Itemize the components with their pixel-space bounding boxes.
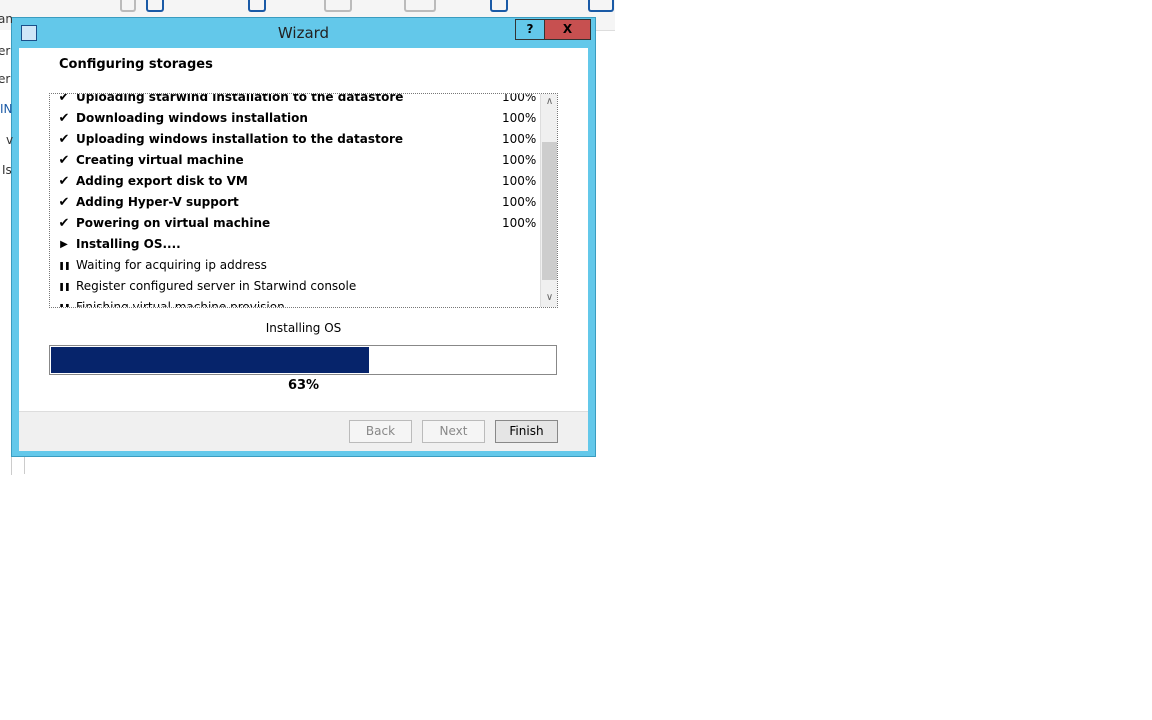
background-text: er — [0, 44, 11, 58]
step-percent: 100% — [502, 153, 537, 167]
background-text: er — [0, 72, 11, 86]
progress-status: Installing OS — [265, 321, 342, 335]
configure-icon — [588, 0, 614, 12]
background-text: an — [0, 12, 13, 26]
progress-bar — [49, 345, 557, 375]
step-item: ✔ Uploading windows installation to the d… — [50, 129, 540, 150]
help-button[interactable]: ? — [515, 19, 545, 40]
step-label: Finishing virtual machine provision — [76, 300, 285, 308]
background-text: v — [6, 133, 14, 147]
step-item: ✔ Adding export disk to VM 100% — [50, 171, 540, 192]
app-icon — [21, 25, 37, 41]
step-label: Waiting for acquiring ip address — [76, 258, 267, 272]
background-text: Is — [2, 163, 12, 177]
steps-list: ✔ Uploading starwind installation to the … — [49, 93, 558, 308]
wizard-window: Wizard ? X Configuring storages ✔ Uploadi… — [11, 17, 596, 457]
checkmark-icon: ✔ — [58, 93, 70, 105]
step-item: ❚❚ Finishing virtual machine provision — [50, 297, 540, 308]
checkmark-icon: ✔ — [58, 195, 70, 210]
checkmark-icon: ✔ — [58, 216, 70, 231]
divider — [24, 456, 25, 474]
step-label: Adding export disk to VM — [76, 174, 248, 188]
window-title: Wizard — [277, 24, 330, 42]
step-label: Downloading windows installation — [76, 111, 308, 125]
disconnect-icon — [120, 0, 136, 12]
progress-percent: 63% — [287, 378, 320, 393]
step-item: ▶ Installing OS.... — [50, 234, 540, 255]
pause-icon: ❚❚ — [58, 261, 70, 270]
checkmark-icon: ✔ — [58, 111, 70, 126]
step-item: ✔ Adding Hyper-V support 100% — [50, 192, 540, 213]
finish-button[interactable]: Finish — [495, 420, 558, 443]
add-server-icon — [146, 0, 164, 12]
checkmark-icon: ✔ — [58, 132, 70, 147]
wizard-footer: Back Next Finish — [19, 411, 588, 451]
background-text: IN — [0, 102, 13, 116]
step-item: ✔ Powering on virtual machine 100% — [50, 213, 540, 234]
step-item: ✔ Uploading starwind installation to the … — [50, 93, 540, 108]
checkmark-icon: ✔ — [58, 174, 70, 189]
step-percent: 100% — [502, 216, 537, 230]
progress-fill — [51, 347, 369, 373]
step-item: ❚❚ Register configured server in Starwind… — [50, 276, 540, 297]
next-button[interactable]: Next — [422, 420, 485, 443]
add-device-icon — [324, 0, 352, 12]
step-label: Uploading starwind installation to the d… — [76, 93, 404, 104]
step-item: ✔ Creating virtual machine 100% — [50, 150, 540, 171]
remove-server-icon — [248, 0, 266, 12]
step-label: Register configured server in Starwind c… — [76, 279, 357, 293]
back-button[interactable]: Back — [349, 420, 412, 443]
step-item: ❚❚ Waiting for acquiring ip address — [50, 255, 540, 276]
step-item: ✔ Downloading windows installation 100% — [50, 108, 540, 129]
checkmark-icon: ✔ — [58, 153, 70, 168]
step-label: Powering on virtual machine — [76, 216, 271, 230]
play-icon: ▶ — [60, 239, 68, 250]
scrollbar[interactable]: ∧ ∨ — [540, 94, 557, 307]
scrollbar-thumb[interactable] — [542, 142, 557, 280]
step-percent: 100% — [502, 111, 537, 125]
step-label: Uploading windows installation to the da… — [76, 132, 404, 146]
pause-icon: ❚❚ — [58, 303, 70, 308]
close-button[interactable]: X — [544, 19, 591, 40]
scroll-down-icon[interactable]: ∨ — [541, 292, 557, 303]
step-percent: 100% — [502, 195, 537, 209]
page-title: Configuring storages — [59, 57, 213, 72]
pause-icon: ❚❚ — [58, 282, 70, 291]
wizard-content: Configuring storages ✔ Uploading starwind… — [19, 48, 588, 411]
step-label: Creating virtual machine — [76, 153, 244, 167]
step-label: Adding Hyper-V support — [76, 195, 239, 209]
step-label: Installing OS.... — [76, 237, 181, 251]
step-percent: 100% — [502, 93, 537, 104]
step-percent: 100% — [502, 174, 537, 188]
scroll-up-icon[interactable]: ∧ — [541, 96, 557, 107]
step-percent: 100% — [502, 132, 537, 146]
remove-device-icon — [404, 0, 436, 12]
deploy-vsan-icon — [490, 0, 508, 12]
